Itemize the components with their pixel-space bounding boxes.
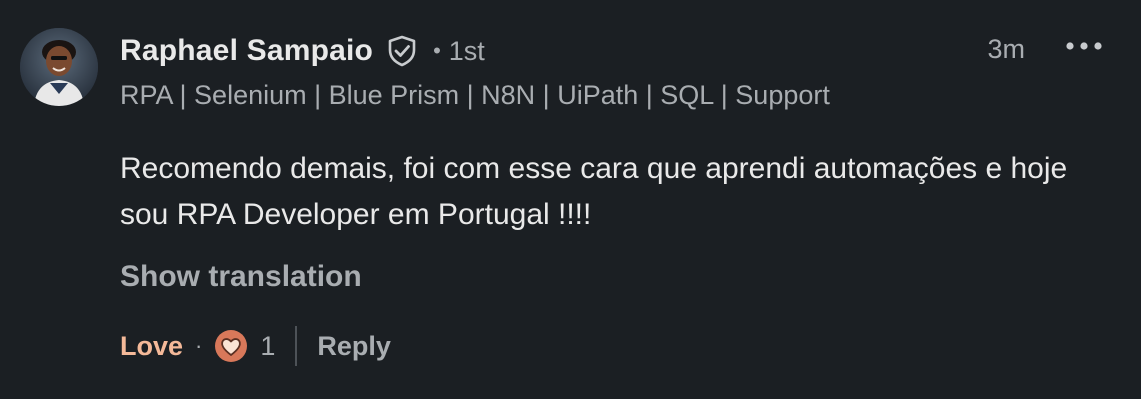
reaction-count[interactable]: 1 [260, 331, 275, 362]
show-translation-button[interactable]: Show translation [120, 260, 362, 294]
profile-photo [20, 28, 98, 106]
actions-divider [295, 326, 298, 366]
connection-degree: 1st [448, 35, 485, 66]
heart-icon[interactable] [214, 329, 248, 363]
separator-dot: • [433, 38, 441, 63]
author-name[interactable]: Raphael Sampaio [120, 34, 373, 68]
comment-timestamp: 3m [987, 34, 1025, 64]
actions-separator: · [195, 333, 203, 358]
shield-check-icon [385, 34, 419, 68]
author-headline: RPA | Selenium | Blue Prism | N8N | UiPa… [120, 80, 830, 110]
ellipsis-icon[interactable] [1063, 36, 1105, 56]
author-avatar[interactable] [20, 28, 98, 106]
comment-actions: Love · 1 Reply [120, 324, 391, 368]
love-reaction-button[interactable]: Love [120, 331, 183, 362]
author-header: Raphael Sampaio • 1st [120, 34, 485, 68]
comment-text: Recomendo demais, foi com esse cara que … [120, 152, 1068, 231]
reply-button[interactable]: Reply [317, 331, 391, 362]
